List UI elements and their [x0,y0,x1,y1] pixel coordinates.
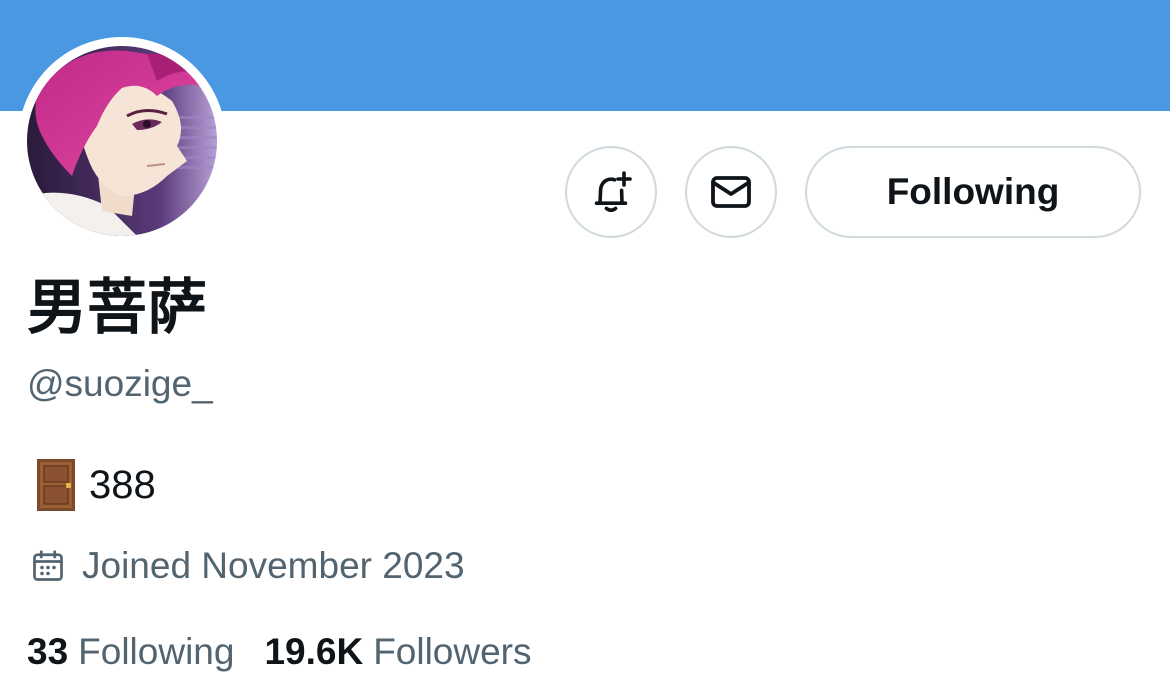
notify-button[interactable] [565,146,657,238]
envelope-icon [711,176,751,208]
profile-handle: @suozige_ [27,363,213,404]
avatar-anime-portrait [27,46,217,236]
following-button[interactable]: Following [805,146,1141,238]
joined-date: Joined November 2023 [30,542,465,590]
avatar[interactable] [27,46,217,236]
followers-label: Followers [373,631,532,672]
following-stat-link[interactable]: 33 Following [27,631,234,673]
door-emoji-icon [37,459,75,511]
display-name: 男菩萨 [27,273,207,343]
joined-text: Joined November 2023 [82,545,465,586]
bell-plus-icon [594,171,632,212]
message-button[interactable] [685,146,777,238]
avatar-ring [18,37,226,245]
followers-count: 19.6K [264,631,364,672]
profile-bio: 388 [36,458,156,512]
bio-text: 388 [89,462,156,507]
follow-stats: 33 Following 19.6K Followers [27,626,532,678]
following-label: Following [78,631,235,672]
profile-header: Following 男菩萨 @suozige_ 388 Joined Novem… [0,0,1170,696]
calendar-icon [33,550,63,581]
followers-stat-link[interactable]: 19.6K Followers [264,631,531,673]
following-count: 33 [27,631,69,672]
